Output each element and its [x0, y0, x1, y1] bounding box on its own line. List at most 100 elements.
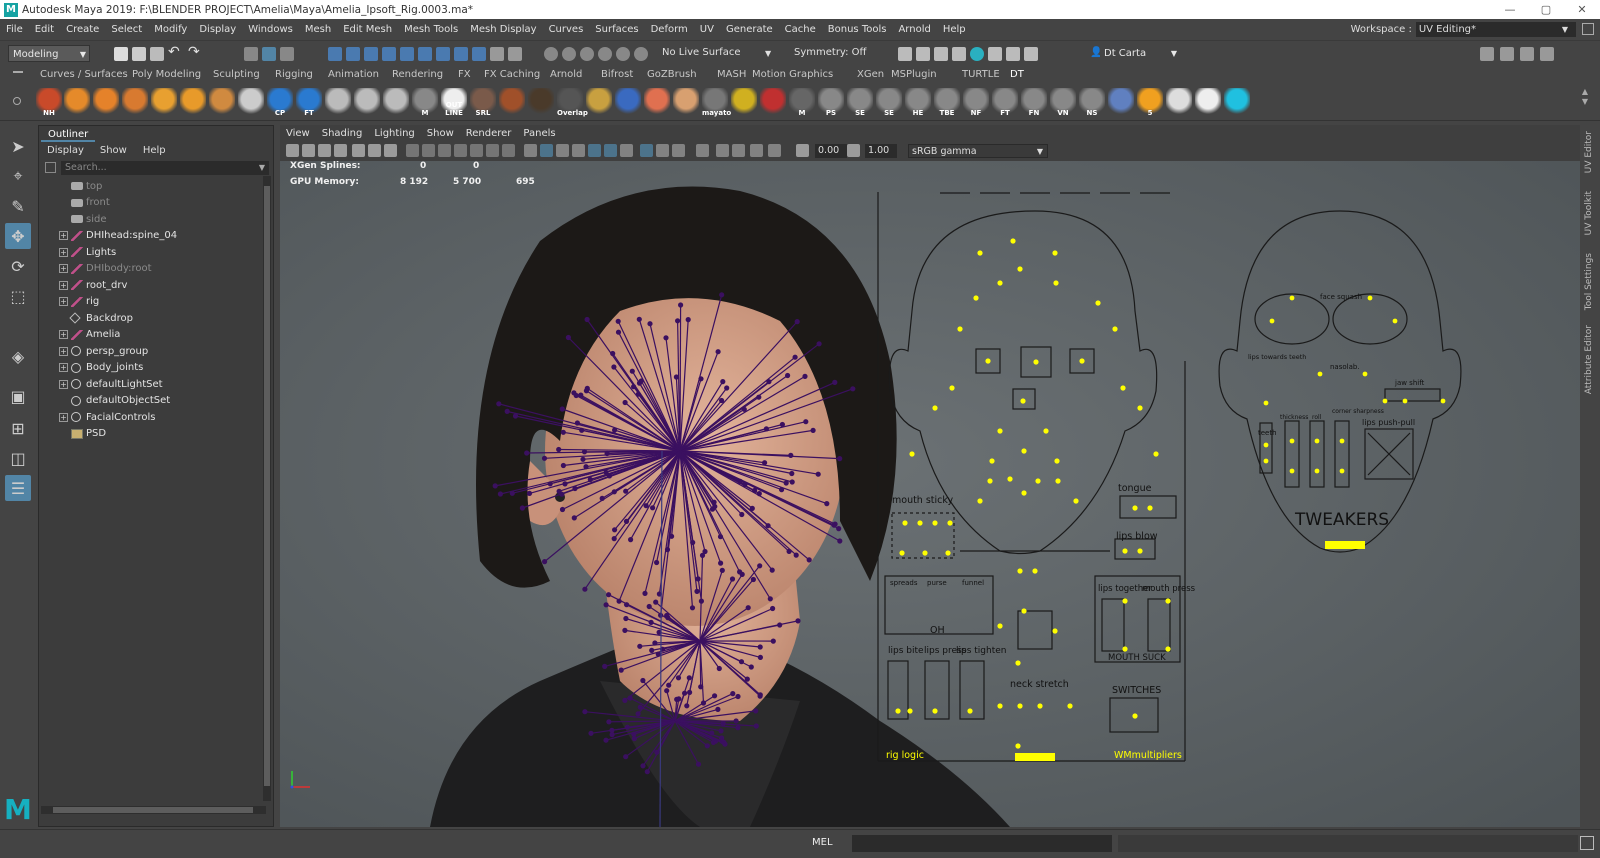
- scale-tool-icon[interactable]: ⬚: [5, 283, 31, 309]
- joint[interactable]: [793, 552, 799, 558]
- history-icon[interactable]: [544, 47, 558, 61]
- joint[interactable]: [715, 706, 721, 713]
- viewport-toolbar-button-21-icon[interactable]: [640, 144, 653, 157]
- outliner-item[interactable]: + Amelia: [39, 327, 267, 344]
- joint[interactable]: [741, 406, 747, 412]
- joint[interactable]: [587, 476, 593, 483]
- shelf-tab-rigging[interactable]: Rigging: [275, 69, 313, 80]
- joint[interactable]: [556, 446, 562, 453]
- outliner-item[interactable]: + DHIhead:spine_04: [39, 228, 267, 245]
- control-handle[interactable]: [1137, 405, 1143, 411]
- joint[interactable]: [644, 769, 650, 775]
- snap-grid-icon[interactable]: [328, 47, 342, 61]
- joint[interactable]: [519, 505, 525, 511]
- joint[interactable]: [635, 711, 641, 717]
- tweaker-handle[interactable]: [1317, 371, 1323, 377]
- joint[interactable]: [810, 427, 816, 433]
- menu-modify[interactable]: Modify: [148, 24, 193, 35]
- symmetry-dropdown[interactable]: Symmetry: Off: [794, 47, 866, 58]
- control-handle[interactable]: [1120, 385, 1126, 391]
- viewport-toolbar-button-14-icon[interactable]: [524, 144, 537, 157]
- menu-edit-mesh[interactable]: Edit Mesh: [337, 24, 398, 35]
- expand-icon[interactable]: +: [59, 363, 68, 373]
- shelf-tool-4-icon[interactable]: [151, 88, 177, 116]
- joint[interactable]: [779, 421, 785, 428]
- joint[interactable]: [712, 693, 718, 699]
- joint[interactable]: [832, 379, 838, 385]
- input-ops-icon[interactable]: [562, 47, 576, 61]
- control-handle[interactable]: [1165, 646, 1171, 652]
- joint[interactable]: [622, 399, 628, 406]
- control-handle[interactable]: [922, 550, 928, 556]
- hypershade-icon[interactable]: [970, 47, 984, 61]
- shelf-tool-15-icon[interactable]: SRL: [470, 88, 496, 117]
- viewport-toolbar-button-16-icon[interactable]: [556, 144, 569, 157]
- shelf-tab-poly-modeling[interactable]: Poly Modeling: [132, 69, 201, 80]
- viewport-menu-shading[interactable]: Shading: [316, 128, 369, 139]
- menu-generate[interactable]: Generate: [720, 24, 779, 35]
- outliner-horizontal-scrollbar[interactable]: [41, 806, 266, 814]
- joint[interactable]: [739, 571, 745, 577]
- shelf-tool-29-icon[interactable]: SE: [876, 88, 902, 117]
- joint[interactable]: [624, 602, 630, 608]
- menu-mesh-tools[interactable]: Mesh Tools: [398, 24, 464, 35]
- outliner-menu-display[interactable]: Display: [39, 145, 92, 156]
- render-view-icon[interactable]: [898, 47, 912, 61]
- joint[interactable]: [675, 318, 681, 324]
- shelf-tool-31-icon[interactable]: TBE: [934, 88, 960, 117]
- expand-icon[interactable]: +: [59, 231, 68, 241]
- live-surface-field[interactable]: No Live Surface: [662, 47, 740, 58]
- control-handle[interactable]: [1079, 358, 1085, 364]
- joint[interactable]: [686, 675, 692, 681]
- joint[interactable]: [789, 470, 795, 477]
- control-handle[interactable]: [932, 708, 938, 714]
- select-hierarchy-icon[interactable]: [244, 47, 258, 61]
- control-handle[interactable]: [977, 250, 983, 256]
- joint[interactable]: [631, 384, 637, 390]
- side-tab-uv-editor[interactable]: UV Editor: [1584, 131, 1598, 173]
- viewport-menu-panels[interactable]: Panels: [517, 128, 561, 139]
- joint[interactable]: [815, 471, 821, 477]
- joint[interactable]: [629, 368, 635, 374]
- joint[interactable]: [806, 557, 812, 563]
- joint[interactable]: [695, 576, 701, 582]
- render-settings-icon[interactable]: [952, 47, 966, 61]
- shelf-tool-38-icon[interactable]: 5: [1137, 88, 1163, 117]
- viewport-toolbar-button-2-icon[interactable]: [318, 144, 331, 157]
- menu-surfaces[interactable]: Surfaces: [589, 24, 644, 35]
- viewport-toolbar-button-15-icon[interactable]: [540, 144, 553, 157]
- viewport-menu-lighting[interactable]: Lighting: [368, 128, 420, 139]
- shelf-tool-41-icon[interactable]: [1224, 88, 1250, 116]
- joint[interactable]: [623, 754, 629, 760]
- outliner-item[interactable]: defaultObjectSet: [39, 393, 267, 410]
- lasso-tool-icon[interactable]: ⌖: [5, 163, 31, 189]
- redo-icon[interactable]: ↷: [188, 44, 200, 60]
- joint[interactable]: [615, 318, 621, 324]
- viewport-toolbar-button-27-icon[interactable]: [750, 144, 763, 157]
- shelf-tool-35-icon[interactable]: VN: [1050, 88, 1076, 117]
- tweaker-handle[interactable]: [1402, 398, 1408, 404]
- magnet-icon[interactable]: [616, 47, 630, 61]
- user-dropdown[interactable]: Dt Carta ▼: [1100, 45, 1180, 62]
- viewport-toolbar-button-30-icon[interactable]: [847, 144, 860, 157]
- outliner-tab[interactable]: Outliner: [41, 127, 96, 142]
- viewport-toolbar-button-22-icon[interactable]: [656, 144, 669, 157]
- shelf-tab-motion-graphics[interactable]: Motion Graphics: [752, 69, 833, 80]
- command-language-label[interactable]: MEL: [812, 837, 833, 848]
- joint[interactable]: [584, 316, 590, 323]
- joint[interactable]: [603, 602, 609, 608]
- control-handle[interactable]: [932, 405, 938, 411]
- control-handle[interactable]: [1147, 505, 1153, 511]
- outliner-item[interactable]: side: [39, 211, 267, 228]
- expand-icon[interactable]: +: [59, 264, 68, 274]
- joint[interactable]: [684, 703, 690, 709]
- shelf-tool-23-icon[interactable]: mayato: [702, 88, 731, 117]
- viewport-toolbar-button-7-icon[interactable]: [406, 144, 419, 157]
- joint[interactable]: [664, 547, 671, 553]
- exposure-field[interactable]: 0.00: [815, 144, 847, 158]
- shelf-tab-gozbrush[interactable]: GoZBrush: [647, 69, 697, 80]
- joint[interactable]: [637, 704, 643, 710]
- rotate-tool-icon[interactable]: ⟳: [5, 253, 31, 279]
- joint[interactable]: [711, 499, 717, 505]
- joint[interactable]: [606, 473, 613, 479]
